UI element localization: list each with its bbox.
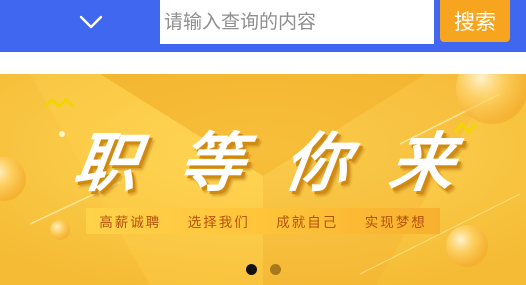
tagline-item: 实现梦想 bbox=[364, 215, 427, 231]
headline-char: 职 bbox=[68, 127, 144, 201]
tagline-item: 选择我们 bbox=[187, 215, 250, 231]
search-input[interactable] bbox=[160, 0, 434, 44]
bubble-decoration bbox=[446, 225, 488, 267]
recruitment-banner-slide[interactable]: 职 等 你 来 高薪诚聘 选择我们 成就自己 实现梦想 bbox=[0, 74, 526, 285]
headline-char: 来 bbox=[384, 127, 460, 201]
tagline-item: 高薪诚聘 bbox=[99, 215, 162, 231]
banner-headline: 职 等 你 来 bbox=[69, 118, 460, 201]
headline-char: 你 bbox=[279, 127, 355, 201]
header-spacer bbox=[0, 52, 526, 74]
carousel-indicators bbox=[0, 264, 526, 276]
chevron-down-icon bbox=[79, 15, 103, 29]
category-dropdown-button[interactable] bbox=[68, 0, 114, 44]
top-navigation-bar: 搜索 bbox=[0, 0, 526, 52]
banner-tagline: 高薪诚聘 选择我们 成就自己 实现梦想 bbox=[86, 208, 440, 234]
headline-char: 等 bbox=[174, 127, 249, 201]
carousel-dot-2[interactable] bbox=[269, 264, 281, 275]
bubble-decoration bbox=[50, 220, 70, 240]
carousel-dot-1[interactable] bbox=[245, 264, 257, 275]
search-button[interactable]: 搜索 bbox=[440, 0, 510, 42]
tagline-item: 成就自己 bbox=[276, 215, 339, 231]
